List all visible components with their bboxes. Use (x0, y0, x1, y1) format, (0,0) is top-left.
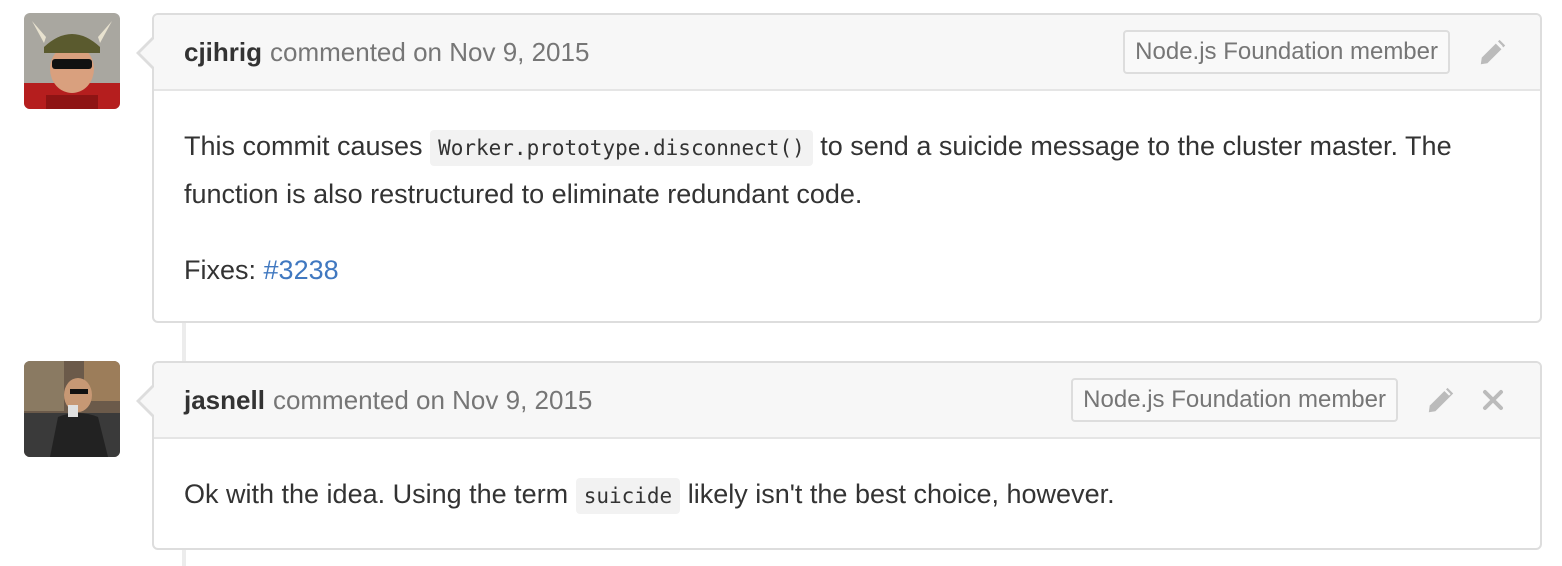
avatar-image-jasnell (24, 361, 120, 457)
comment-card: cjihrig commented on Nov 9, 2015 Node.js… (136, 13, 1542, 323)
inline-code: Worker.prototype.disconnect() (430, 130, 813, 166)
comment-text: likely isn't the best choice, however. (687, 479, 1115, 509)
timeline-connector (182, 322, 186, 362)
avatar[interactable] (24, 361, 120, 457)
comment-body: This commit causes Worker.prototype.disc… (154, 91, 1540, 313)
pencil-icon[interactable] (1476, 35, 1510, 69)
comment-action: commented on (270, 36, 442, 67)
comment-text: Ok with the idea. Using the term (184, 479, 569, 509)
comment-author[interactable]: jasnell (184, 385, 265, 416)
comment-text: This commit causes (184, 131, 423, 161)
comment-author[interactable]: cjihrig (184, 37, 262, 68)
comment-caret-inner (140, 39, 154, 67)
comment-paragraph: Ok with the idea. Using the term suicide… (184, 471, 1510, 519)
fixes-label: Fixes: (184, 255, 257, 285)
comment-header: cjihrig commented on Nov 9, 2015 Node.js… (136, 15, 1540, 91)
comment-card: jasnell commented on Nov 9, 2015 Node.js… (136, 361, 1542, 550)
pencil-icon[interactable] (1424, 383, 1458, 417)
timeline-connector (182, 549, 186, 566)
comment-body: Ok with the idea. Using the term suicide… (154, 439, 1540, 539)
comment-date[interactable]: Nov 9, 2015 (452, 385, 592, 416)
comment-date[interactable]: Nov 9, 2015 (449, 37, 589, 68)
avatar[interactable] (24, 13, 120, 109)
comment-paragraph: This commit causes Worker.prototype.disc… (184, 123, 1510, 217)
member-badge: Node.js Foundation member (1123, 30, 1450, 74)
avatar-image-cjihrig (24, 13, 120, 109)
comment-action: commented on (272, 384, 445, 415)
inline-code: suicide (575, 478, 681, 514)
close-icon[interactable] (1476, 383, 1510, 417)
issue-link[interactable]: #3238 (264, 255, 339, 285)
comment-caret-inner (140, 387, 154, 415)
comment-paragraph: Fixes: #3238 (184, 247, 1510, 293)
member-badge: Node.js Foundation member (1071, 378, 1398, 422)
comment-header: jasnell commented on Nov 9, 2015 Node.js… (136, 363, 1540, 439)
